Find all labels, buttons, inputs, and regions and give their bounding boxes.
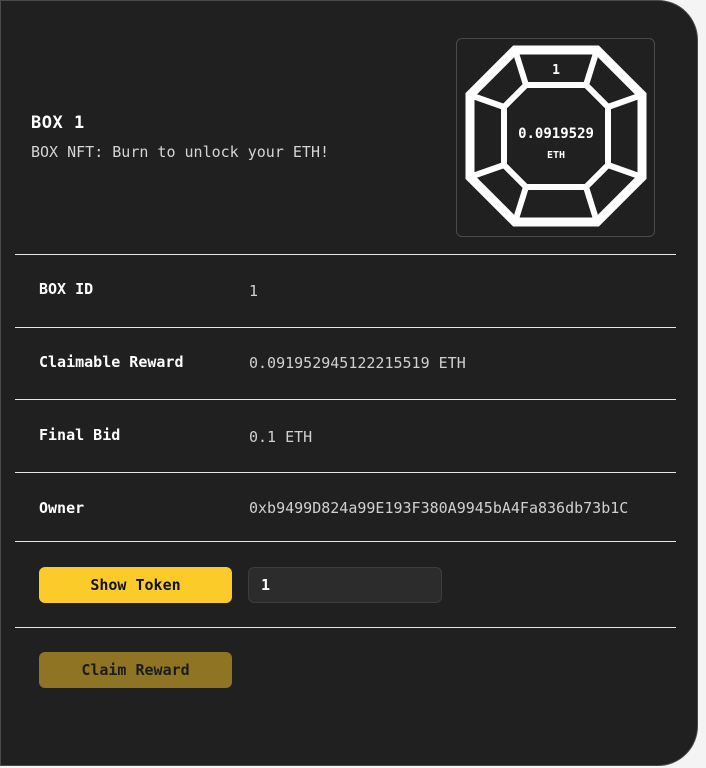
claim-reward-button[interactable]: Claim Reward bbox=[39, 652, 232, 688]
owner-label: Owner bbox=[39, 499, 85, 517]
claimable-reward-value: 0.091952945122215519 ETH bbox=[249, 354, 466, 372]
divider bbox=[15, 627, 676, 628]
final-bid-label: Final Bid bbox=[39, 426, 121, 444]
claimable-reward-label: Claimable Reward bbox=[39, 353, 184, 371]
box-header: BOX 1 BOX NFT: Burn to unlock your ETH! bbox=[31, 113, 329, 161]
box-subtitle: BOX NFT: Burn to unlock your ETH! bbox=[31, 143, 330, 161]
divider bbox=[15, 254, 676, 255]
box-id-value: 1 bbox=[249, 282, 259, 300]
divider bbox=[15, 472, 676, 473]
box-id-label: BOX ID bbox=[39, 280, 94, 298]
divider bbox=[15, 399, 676, 400]
octagon-box-icon: 1 0.0919529 ETH bbox=[465, 45, 647, 227]
token-id-input[interactable] bbox=[248, 567, 442, 603]
nft-unit-text: ETH bbox=[547, 150, 565, 161]
nft-id-text: 1 bbox=[552, 63, 560, 78]
divider bbox=[15, 541, 676, 542]
owner-address: 0xb9499D824a99E193F380A9945bA4Fa836db73b… bbox=[249, 499, 629, 517]
show-token-button[interactable]: Show Token bbox=[39, 567, 232, 603]
nft-image: 1 0.0919529 ETH bbox=[456, 38, 655, 237]
divider bbox=[15, 327, 676, 328]
box-card: BOX 1 BOX NFT: Burn to unlock your ETH! … bbox=[0, 0, 698, 766]
nft-amount-text: 0.0919529 bbox=[518, 126, 594, 142]
final-bid-value: 0.1 ETH bbox=[249, 428, 313, 446]
box-title: BOX 1 bbox=[31, 113, 85, 133]
